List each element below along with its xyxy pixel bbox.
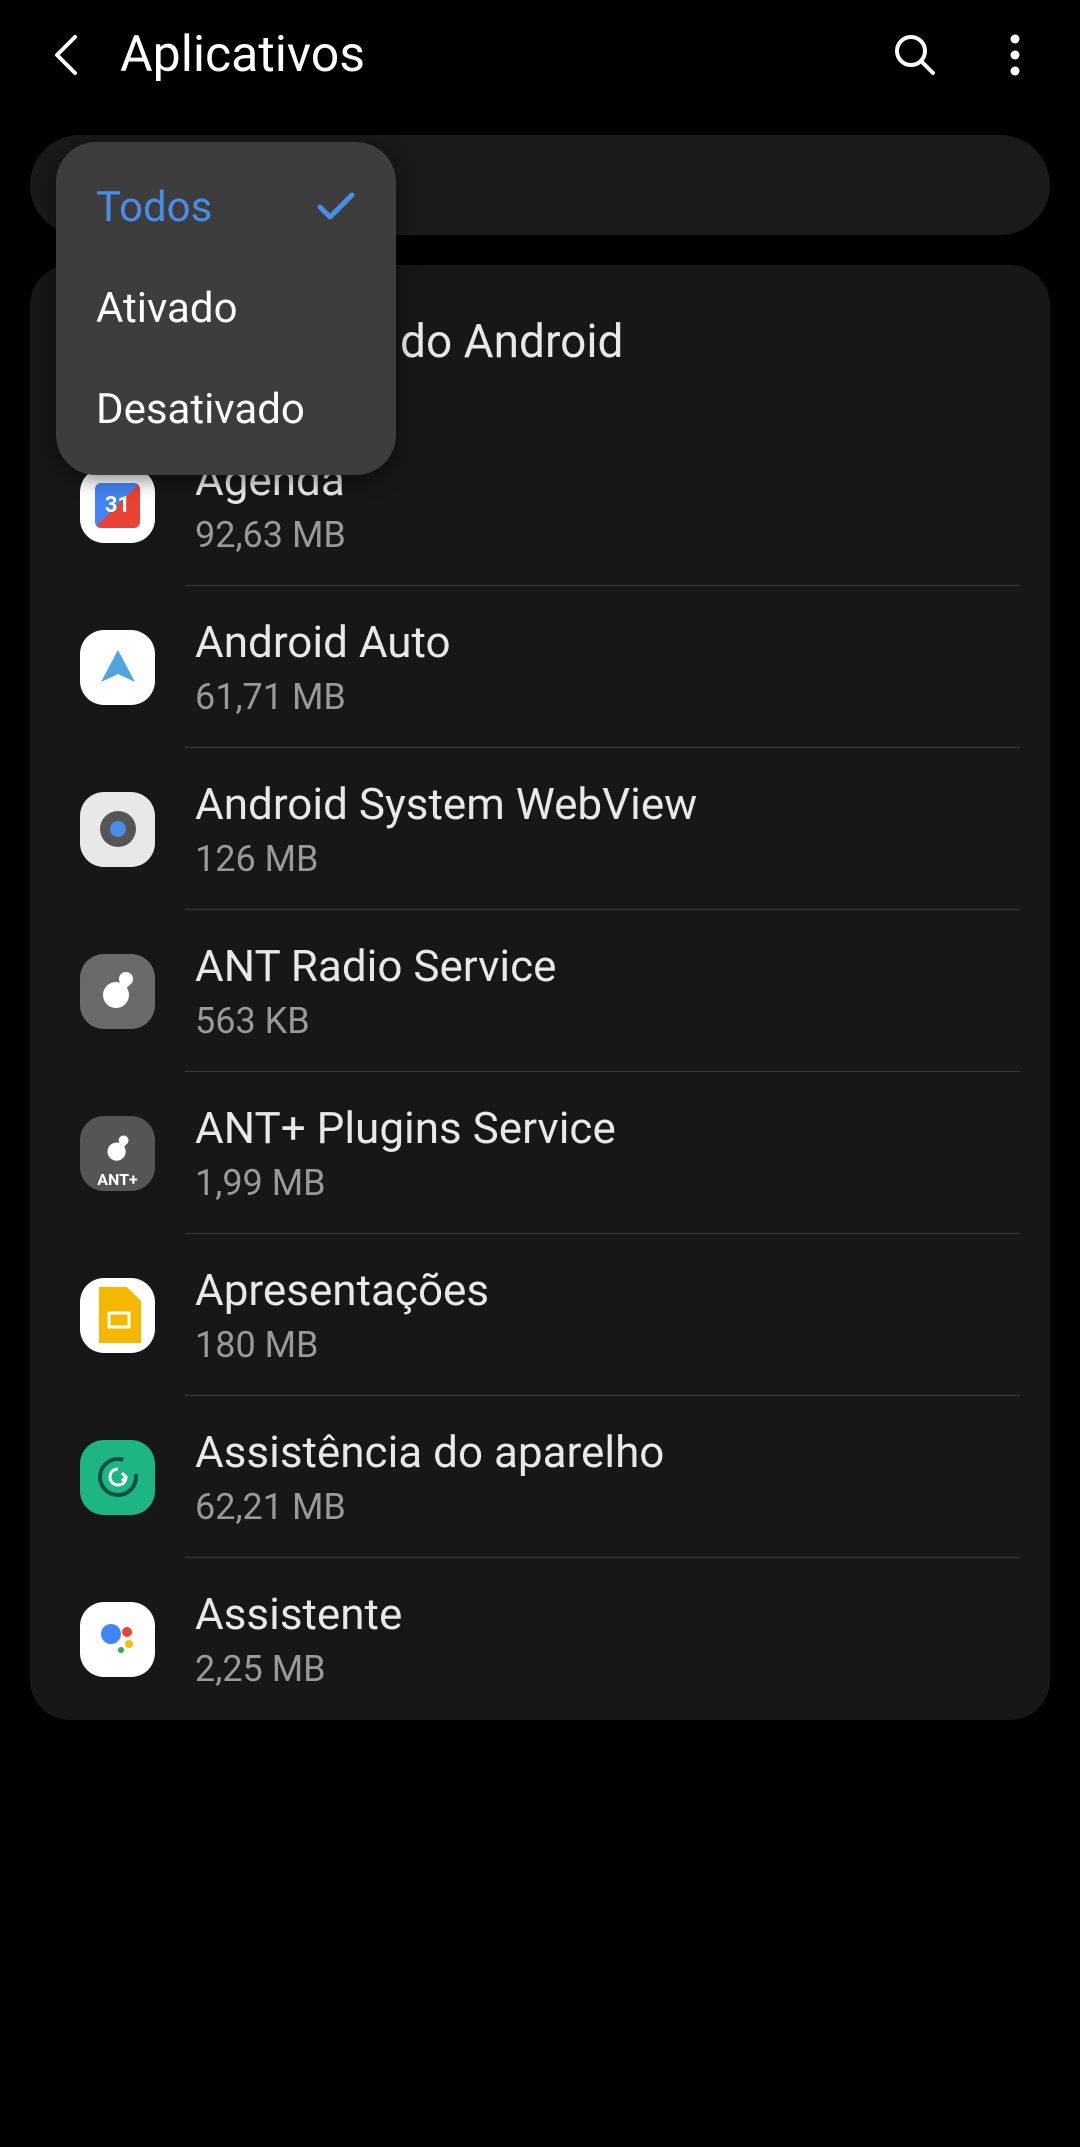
dropdown-label: Todos [96, 183, 212, 232]
app-row-assistente[interactable]: Assistente 2,25 MB [30, 1558, 1050, 1720]
app-name: ANT+ Plugins Service [195, 1102, 616, 1154]
app-icon-webview [80, 792, 155, 867]
app-row-assistencia[interactable]: Assistência do aparelho 62,21 MB [30, 1396, 1050, 1558]
app-row-android-auto[interactable]: Android Auto 61,71 MB [30, 586, 1050, 748]
dropdown-label: Desativado [96, 385, 305, 434]
app-info: Android Auto 61,71 MB [195, 616, 451, 718]
app-name: Assistência do aparelho [195, 1426, 664, 1478]
app-info: ANT Radio Service 563 KB [195, 940, 556, 1042]
apps-card: do Android 31 Agenda 92,63 MB Android Au… [30, 265, 1050, 1720]
app-icon-android-auto [80, 630, 155, 705]
dropdown-item-desativado[interactable]: Desativado [56, 359, 396, 460]
page-title: Aplicativos [120, 26, 890, 84]
more-button[interactable] [990, 30, 1040, 80]
search-icon [893, 33, 937, 77]
check-icon [316, 183, 356, 232]
app-size: 92,63 MB [195, 514, 346, 556]
app-header: Aplicativos [0, 0, 1080, 110]
app-icon-ant-plugins: ANT+ [80, 1116, 155, 1191]
dropdown-item-todos[interactable]: Todos [56, 157, 396, 258]
app-info: Apresentações 180 MB [195, 1264, 489, 1366]
app-icon-apresentacoes [80, 1278, 155, 1353]
search-button[interactable] [890, 30, 940, 80]
app-info: ANT+ Plugins Service 1,99 MB [195, 1102, 616, 1204]
back-icon [51, 33, 79, 77]
header-actions [890, 30, 1040, 80]
app-size: 180 MB [195, 1324, 489, 1366]
app-name: Android System WebView [195, 778, 697, 830]
back-button[interactable] [40, 30, 90, 80]
app-size: 61,71 MB [195, 676, 451, 718]
app-name: Apresentações [195, 1264, 489, 1316]
app-info: Assistência do aparelho 62,21 MB [195, 1426, 664, 1528]
filter-dropdown: Todos Ativado Desativado [56, 142, 396, 475]
app-size: 62,21 MB [195, 1486, 664, 1528]
app-size: 2,25 MB [195, 1648, 402, 1690]
app-row-webview[interactable]: Android System WebView 126 MB [30, 748, 1050, 910]
app-icon-agenda: 31 [80, 468, 155, 543]
app-name: ANT Radio Service [195, 940, 556, 992]
app-info: Assistente 2,25 MB [195, 1588, 402, 1690]
app-size: 563 KB [195, 1000, 556, 1042]
dropdown-label: Ativado [96, 284, 238, 333]
app-icon-ant-radio [80, 954, 155, 1029]
app-row-ant-radio[interactable]: ANT Radio Service 563 KB [30, 910, 1050, 1072]
more-vert-icon [1010, 33, 1020, 77]
dropdown-item-ativado[interactable]: Ativado [56, 258, 396, 359]
app-size: 126 MB [195, 838, 697, 880]
app-name: Assistente [195, 1588, 402, 1640]
app-name: Android Auto [195, 616, 451, 668]
app-icon-assistente [80, 1602, 155, 1677]
app-icon-assistencia [80, 1440, 155, 1515]
app-row-apresentacoes[interactable]: Apresentações 180 MB [30, 1234, 1050, 1396]
app-info: Android System WebView 126 MB [195, 778, 697, 880]
app-row-ant-plugins[interactable]: ANT+ ANT+ Plugins Service 1,99 MB [30, 1072, 1050, 1234]
app-size: 1,99 MB [195, 1162, 616, 1204]
